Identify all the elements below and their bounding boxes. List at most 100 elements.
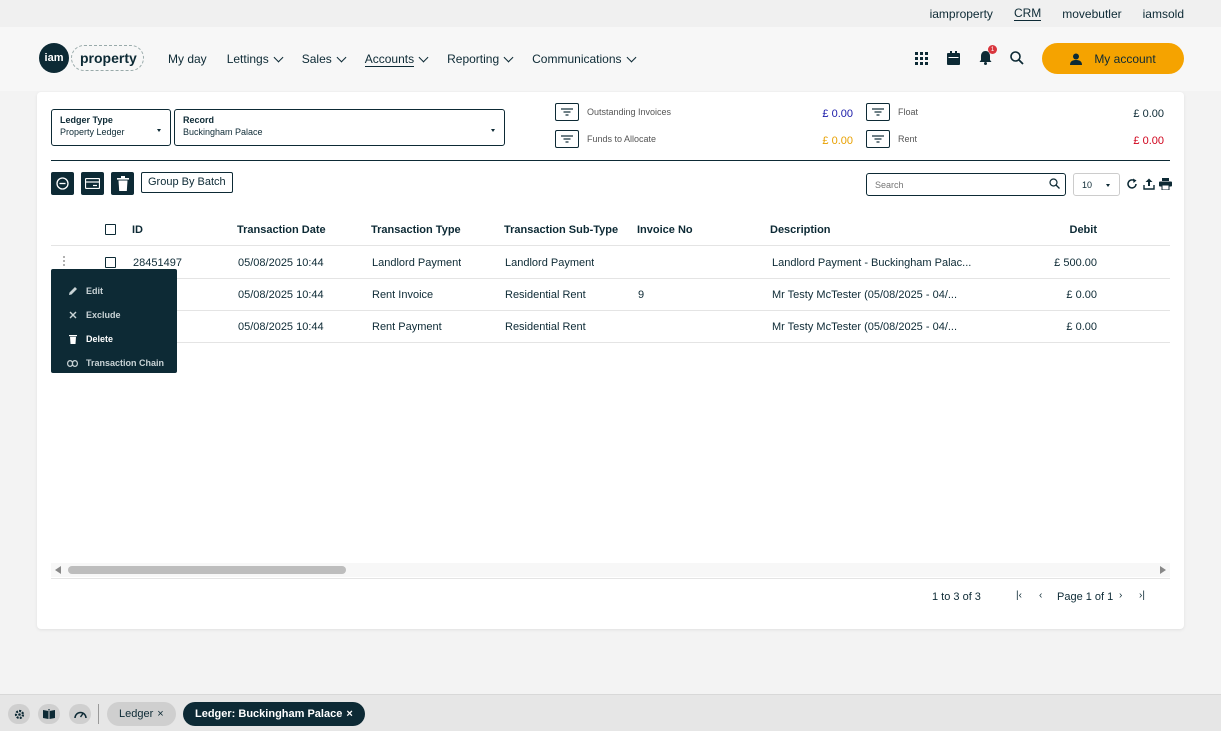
cell-date: 05/08/2025 10:44 [238,288,324,301]
book-icon[interactable] [38,704,60,724]
first-page-icon[interactable]: |‹ [1016,590,1022,601]
next-page-icon[interactable]: › [1119,590,1122,601]
bottom-separator [98,704,99,724]
bell-icon[interactable]: 1 [976,45,997,67]
col-header-type[interactable]: Transaction Type [371,214,461,245]
delete-button[interactable] [111,172,134,195]
cell-description: Mr Testy McTester (05/08/2025 - 04/... [772,288,958,301]
menu-item-delete[interactable]: Delete [51,327,177,351]
ledger-type-value: Property Ledger [60,127,125,137]
trash-icon [68,335,77,344]
cell-date: 05/08/2025 10:44 [238,256,324,269]
logo-word: property [71,45,144,71]
nav-lettings[interactable]: Lettings [227,52,284,66]
nav-label: Sales [301,52,332,66]
group-by-batch-button[interactable]: Group By Batch [141,172,233,193]
my-account-button[interactable]: My account [1042,43,1184,74]
user-icon [1070,53,1083,65]
cell-subtype: Landlord Payment [505,256,595,269]
funds-to-allocate-label: Funds to Allocate [587,134,657,144]
pager-range: 1 to 3 of 3 [932,591,981,603]
export-icon[interactable] [1143,178,1155,190]
table-row[interactable]: 05/08/2025 10:44 Rent Invoice Residentia… [51,279,1170,311]
col-header-subtype[interactable]: Transaction Sub-Type [504,214,618,245]
menu-item-edit[interactable]: Edit [51,279,177,303]
scroll-right-icon[interactable] [1160,566,1166,574]
tab-ledger-buckingham-palace[interactable]: Ledger: Buckingham Palace × [183,702,365,726]
menu-item-exclude[interactable]: Exclude [51,303,177,327]
dashboard-gauge-icon[interactable] [69,704,91,724]
close-icon[interactable]: × [157,708,163,720]
nav-label: Accounts [364,51,415,67]
nav-reporting[interactable]: Reporting [447,52,514,66]
nav-sales[interactable]: Sales [301,52,347,66]
table-row[interactable]: 05/08/2025 10:44 Rent Payment Residentia… [51,311,1170,343]
chevron-down-icon [336,52,347,62]
link-crm[interactable]: CRM [1013,6,1042,21]
last-page-icon[interactable]: ›| [1139,590,1145,601]
close-icon [69,311,76,319]
payment-card-button[interactable] [81,172,104,195]
apps-grid-icon[interactable] [912,49,930,67]
cell-debit: £ 500.00 [1054,256,1097,269]
link-movebutler[interactable]: movebutler [1062,7,1121,21]
settings-gear-icon[interactable] [8,704,30,724]
link-iamproperty[interactable]: iamproperty [930,7,993,21]
tab-ledger[interactable]: Ledger × [107,702,176,726]
collapse-button[interactable] [51,172,74,195]
product-links: iamproperty CRM movebutler iamsold [930,0,1184,27]
logo[interactable]: iam property [39,43,144,73]
card-icon [85,178,100,189]
record-value: Buckingham Palace [183,127,263,137]
outstanding-invoices-label: Outstanding Invoices [587,107,672,117]
select-all-checkbox[interactable] [105,224,116,235]
col-header-id[interactable]: ID [132,214,143,245]
refresh-icon[interactable] [1126,178,1138,190]
row-checkbox[interactable] [105,257,116,268]
trash-icon [116,176,129,191]
search-input[interactable] [866,173,1066,196]
section-divider [51,160,1170,161]
link-iamsold[interactable]: iamsold [1143,7,1184,21]
my-account-label: My account [1094,51,1156,66]
chevron-down-icon [273,52,284,62]
col-header-date[interactable]: Transaction Date [237,214,326,245]
page-size-select[interactable]: 10 [1073,173,1120,196]
nav-accounts[interactable]: Accounts [364,51,429,67]
nav-my-day[interactable]: My day [168,52,207,66]
nav-icons: 1 [912,45,1026,67]
row-menu-dots-icon[interactable] [63,256,66,268]
filter-icon[interactable] [866,130,890,148]
cell-description: Landlord Payment - Buckingham Palac... [772,256,972,269]
calendar-icon[interactable] [944,49,962,67]
funds-to-allocate-value: £ 0.00 [822,135,853,147]
table-row[interactable]: 28451497 05/08/2025 10:44 Landlord Payme… [51,247,1170,279]
float-label: Float [898,107,919,117]
prev-page-icon[interactable]: ‹ [1039,590,1042,601]
filter-icon[interactable] [866,103,890,121]
col-header-description[interactable]: Description [770,214,831,245]
nav-communications[interactable]: Communications [532,52,636,66]
record-select[interactable]: Record Buckingham Palace [174,109,505,146]
print-icon[interactable] [1159,178,1172,190]
filter-icon[interactable] [555,103,579,121]
cell-invoice: 9 [638,288,645,301]
cell-debit: £ 0.00 [1066,320,1097,333]
ledger-type-select[interactable]: Ledger Type Property Ledger [51,109,171,146]
search-icon[interactable] [1008,49,1026,67]
dropdown-caret-icon [1106,184,1110,187]
close-icon[interactable]: × [346,708,352,720]
pager-divider [51,578,1170,579]
col-header-invoice[interactable]: Invoice No [637,214,693,245]
horizontal-scrollbar[interactable] [51,563,1170,577]
scroll-left-icon[interactable] [55,566,61,574]
filter-icon[interactable] [555,130,579,148]
menu-item-transaction-chain[interactable]: Transaction Chain [51,351,177,375]
search-icon [1049,178,1060,189]
tab-label: Ledger [119,708,154,720]
menu-item-label: Edit [86,286,103,296]
scrollbar-thumb[interactable] [68,566,346,574]
col-header-debit[interactable]: Debit [997,214,1098,245]
rent-label: Rent [898,134,918,144]
summary-outstanding-invoices: Outstanding Invoices [555,103,671,121]
